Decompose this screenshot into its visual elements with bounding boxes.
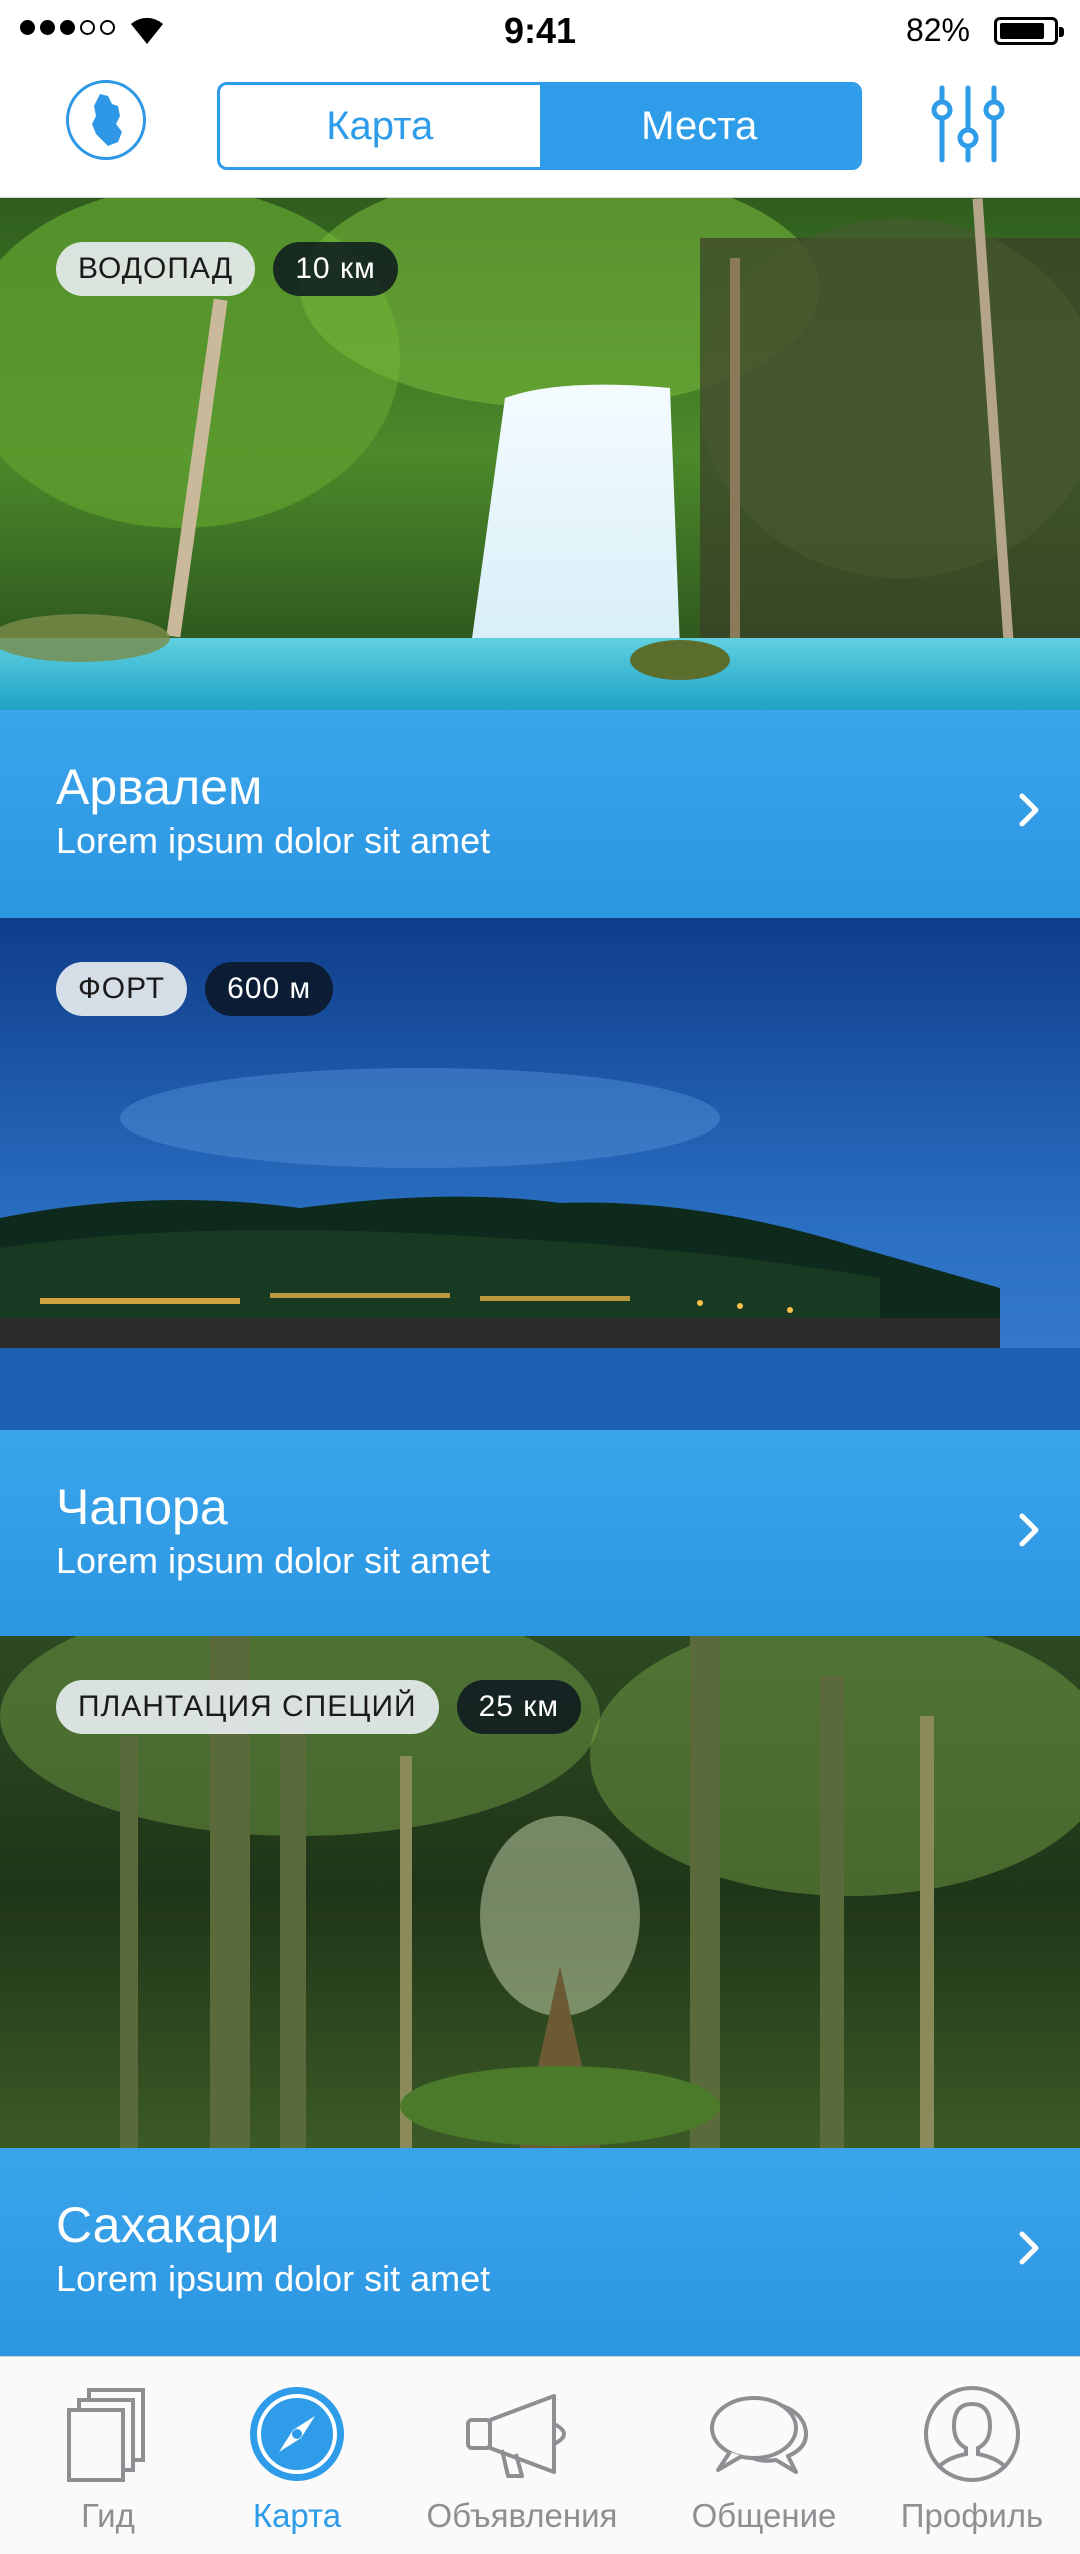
chat-bubbles-icon [710, 2396, 808, 2474]
category-badge: ФОРТ [56, 962, 188, 1016]
map-places-segmented-control: Карта Места [217, 82, 862, 170]
filter-sliders-icon[interactable] [928, 82, 1008, 166]
distance-badge: 25 км [456, 1680, 582, 1734]
place-card[interactable]: ПЛАНТАЦИЯ СПЕЦИЙ 25 км Сахакари Lorem ip… [0, 1636, 1080, 2356]
tab-profile[interactable]: Профиль [864, 2379, 1080, 2535]
tab-guide[interactable]: Гид [0, 2379, 216, 2535]
tab-label: Объявления [426, 2497, 618, 2534]
place-info-band: Сахакари Lorem ipsum dolor sit amet [0, 2148, 1080, 2356]
navigation-bar: Карта Места [0, 62, 1080, 198]
tab-label: Карта [252, 2497, 342, 2534]
profile-icon [924, 2386, 1020, 2482]
badge-row: ВОДОПАД 10 км [56, 242, 398, 296]
battery-icon [994, 17, 1064, 45]
segment-map[interactable]: Карта [220, 85, 540, 167]
tab-label: Гид [81, 2497, 135, 2534]
place-card[interactable]: ВОДОПАД 10 км Арвалем Lorem ipsum dolor … [0, 198, 1080, 918]
tab-bar: Гид Карта Объявления Общение Профиль [0, 2356, 1080, 2554]
place-info-band: Чапора Lorem ipsum dolor sit amet [0, 1430, 1080, 1636]
distance-badge: 600 м [205, 962, 334, 1016]
tab-announcements[interactable]: Объявления [414, 2379, 630, 2535]
place-title: Чапора [56, 1479, 228, 1535]
chevron-right-icon [1019, 2231, 1039, 2265]
place-info-band: Арвалем Lorem ipsum dolor sit amet [0, 710, 1080, 918]
badge-row: ФОРТ 600 м [56, 962, 334, 1016]
tab-map[interactable]: Карта [189, 2379, 405, 2535]
chevron-right-icon [1019, 1513, 1039, 1547]
badge-row: ПЛАНТАЦИЯ СПЕЦИЙ 25 км [56, 1680, 582, 1734]
pages-icon [67, 2388, 145, 2482]
megaphone-icon [466, 2394, 566, 2478]
status-bar: 9:41 82% [0, 0, 1080, 62]
battery-percent: 82% [905, 12, 970, 48]
goa-map-logo-icon[interactable] [66, 80, 146, 160]
distance-badge: 10 км [273, 242, 398, 296]
tab-label: Профиль [900, 2497, 1044, 2534]
tab-chat[interactable]: Общение [656, 2379, 872, 2535]
place-title: Сахакари [56, 2197, 280, 2253]
place-subtitle: Lorem ipsum dolor sit amet [56, 1540, 491, 1581]
place-subtitle: Lorem ipsum dolor sit amet [56, 2258, 491, 2299]
tab-label: Общение [691, 2497, 837, 2534]
category-badge: ПЛАНТАЦИЯ СПЕЦИЙ [56, 1680, 439, 1734]
chevron-right-icon [1019, 793, 1039, 827]
place-subtitle: Lorem ipsum dolor sit amet [56, 820, 491, 861]
place-card[interactable]: ФОРТ 600 м Чапора Lorem ipsum dolor sit … [0, 918, 1080, 1636]
place-title: Арвалем [56, 759, 263, 815]
segment-places[interactable]: Места [539, 85, 859, 167]
compass-icon [250, 2387, 344, 2481]
category-badge: ВОДОПАД [56, 242, 256, 296]
